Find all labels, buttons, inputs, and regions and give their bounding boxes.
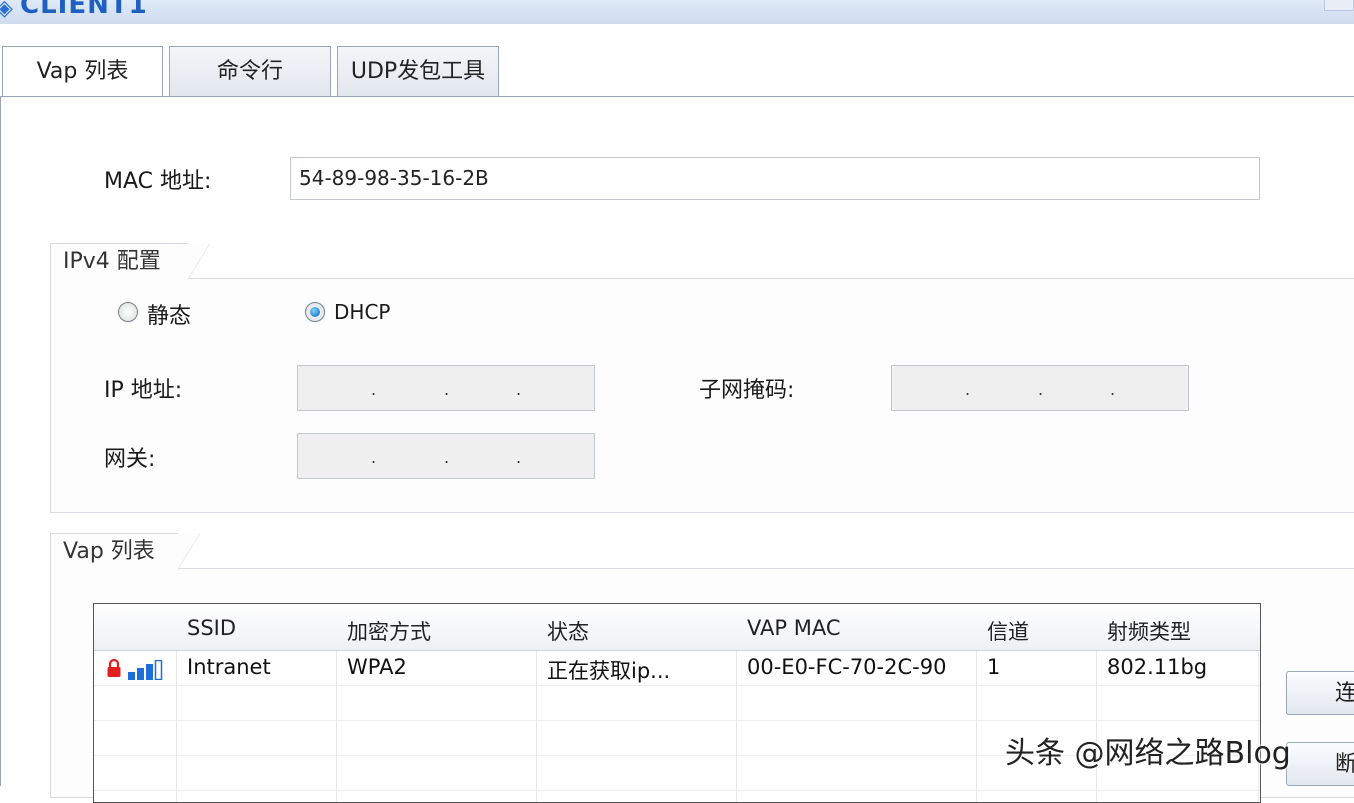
col-channel[interactable]: 信道 bbox=[987, 616, 1029, 646]
gateway-input[interactable]: ... bbox=[297, 433, 595, 479]
cell-channel: 1 bbox=[987, 655, 1001, 679]
tab-bar: Vap 列表 命令行 UDP发包工具 bbox=[0, 24, 1354, 97]
mac-address-field[interactable]: 54-89-98-35-16-2B bbox=[290, 157, 1260, 200]
panel-border bbox=[0, 96, 1, 786]
tab-udp-tool[interactable]: UDP发包工具 bbox=[337, 46, 499, 96]
subnet-mask-label: 子网掩码: bbox=[699, 378, 795, 403]
ip-address-label: IP 地址: bbox=[104, 378, 183, 403]
cell-radio-type: 802.11bg bbox=[1107, 655, 1208, 679]
disconnect-button[interactable]: 断 bbox=[1286, 742, 1354, 786]
mac-label: MAC 地址: bbox=[104, 169, 212, 194]
gateway-label: 网关: bbox=[104, 447, 156, 472]
vap-table: SSID 加密方式 状态 VAP MAC 信道 射频类型 Intranet WP… bbox=[93, 603, 1261, 803]
signal-strength-icon bbox=[128, 660, 163, 680]
ipv4-title-text: IPv4 配置 bbox=[63, 249, 161, 274]
tab-command-line[interactable]: 命令行 bbox=[169, 46, 331, 96]
dhcp-radio-label: DHCP bbox=[334, 300, 391, 324]
cell-status: 正在获取ip... bbox=[547, 659, 671, 683]
table-row[interactable]: Intranet WPA2 正在获取ip... 00-E0-FC-70-2C-9… bbox=[94, 651, 1260, 686]
tab-divider bbox=[0, 96, 1354, 97]
watermark: 头条 @网络之路Blog bbox=[1005, 736, 1291, 771]
app-icon: ◈ bbox=[0, 0, 13, 21]
ipv4-group-title: IPv4 配置 bbox=[50, 243, 210, 279]
table-header: SSID 加密方式 状态 VAP MAC 信道 射频类型 bbox=[94, 604, 1260, 651]
subnet-mask-input[interactable]: ... bbox=[891, 365, 1189, 411]
ip-address-input[interactable]: ... bbox=[297, 365, 595, 411]
col-radio-type[interactable]: 射频类型 bbox=[1107, 616, 1191, 646]
dhcp-radio[interactable] bbox=[305, 302, 325, 322]
vap-title-text: Vap 列表 bbox=[63, 539, 155, 564]
window-title: CLIENT1 bbox=[20, 0, 148, 20]
static-radio-label: 静态 bbox=[147, 304, 192, 329]
connect-button[interactable]: 连 bbox=[1286, 671, 1354, 715]
cell-encryption: WPA2 bbox=[347, 655, 407, 679]
col-encryption[interactable]: 加密方式 bbox=[347, 616, 431, 646]
vap-list-group-title: Vap 列表 bbox=[50, 533, 200, 569]
cell-vap-mac: 00-E0-FC-70-2C-90 bbox=[747, 655, 947, 679]
title-bar: ◈ CLIENT1 bbox=[0, 0, 1354, 25]
window-control-button[interactable] bbox=[1324, 0, 1354, 11]
static-radio[interactable] bbox=[118, 302, 138, 322]
lock-icon bbox=[107, 658, 121, 677]
col-ssid[interactable]: SSID bbox=[187, 616, 236, 640]
col-status[interactable]: 状态 bbox=[547, 616, 589, 646]
table-row-empty bbox=[94, 686, 1260, 721]
col-vap-mac[interactable]: VAP MAC bbox=[747, 616, 841, 640]
tab-vap-list[interactable]: Vap 列表 bbox=[2, 46, 163, 97]
cell-ssid: Intranet bbox=[187, 655, 271, 679]
